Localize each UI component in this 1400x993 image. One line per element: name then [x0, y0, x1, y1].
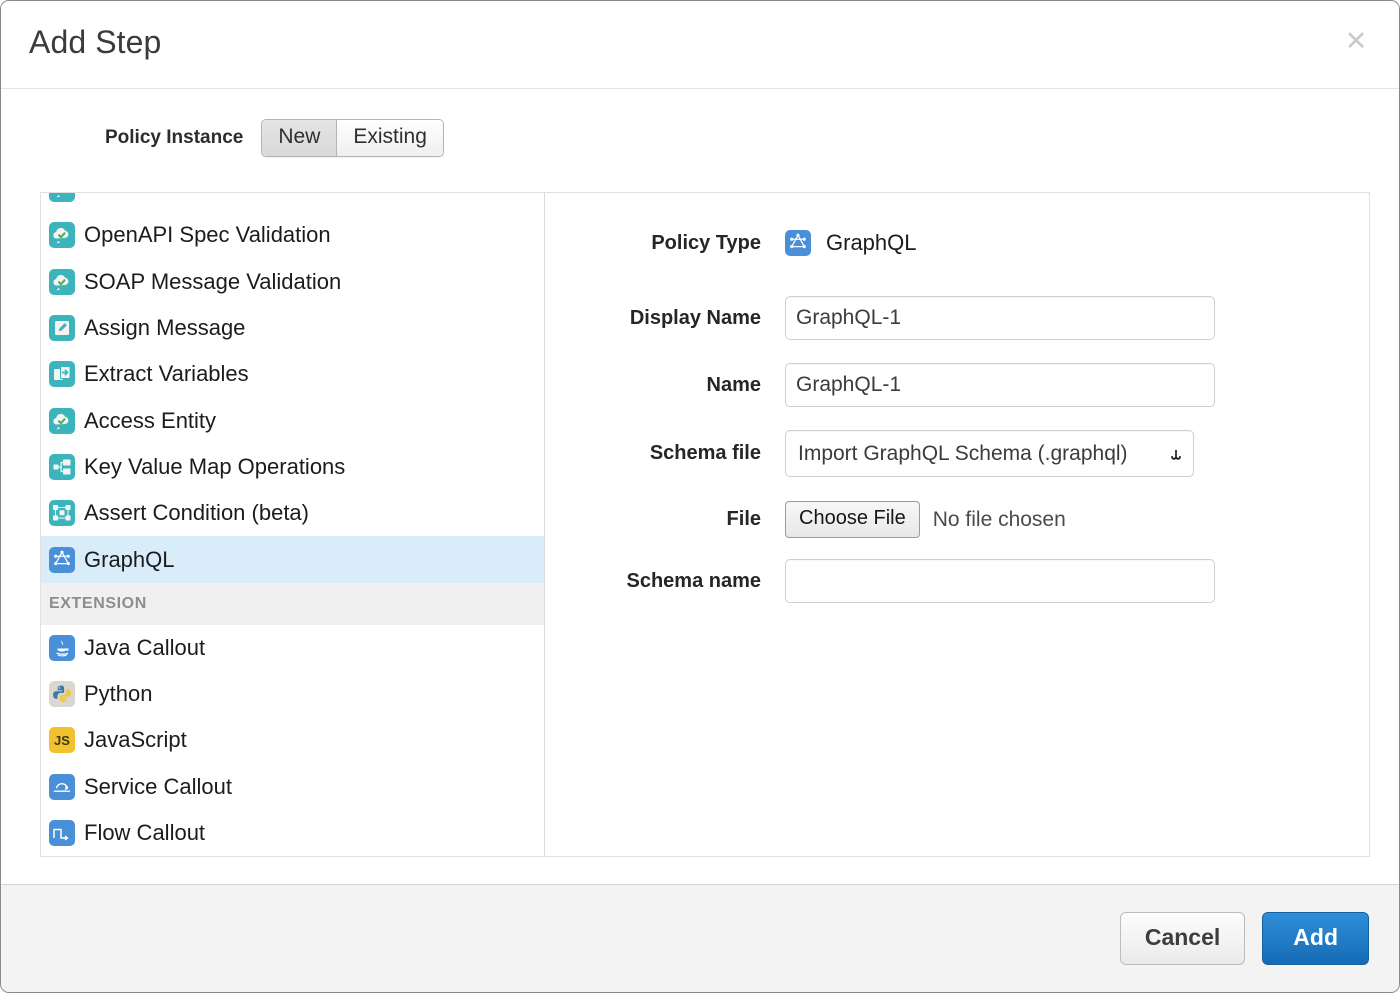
choose-file-button[interactable]: Choose File	[785, 501, 920, 538]
dialog-body: Policy Instance New Existing	[1, 89, 1399, 884]
file-label: File	[545, 508, 785, 531]
display-name-input[interactable]	[785, 296, 1215, 340]
sidebar-item-access-entity[interactable]: Access Entity	[41, 397, 544, 443]
list-group-header-extension: EXTENSION	[41, 583, 544, 625]
list-item-partial[interactable]	[41, 193, 544, 212]
javascript-icon: JS	[49, 727, 75, 753]
sidebar-item-java-callout[interactable]: Java Callout	[41, 625, 544, 671]
file-status-text: No file chosen	[933, 508, 1066, 532]
sidebar-item-assert-condition-beta[interactable]: Assert Condition (beta)	[41, 490, 544, 536]
cloud-check-icon	[49, 193, 75, 202]
form-row-schema-file: Schema file Import GraphQL Schema (.grap…	[545, 430, 1369, 477]
add-step-dialog: Add Step ✕ Policy Instance New Existing	[0, 0, 1400, 993]
sidebar-item-service-callout[interactable]: Service Callout	[41, 764, 544, 810]
policy-type-value: GraphQL	[785, 230, 917, 256]
cancel-button[interactable]: Cancel	[1120, 912, 1245, 965]
graphql-icon	[49, 547, 75, 573]
policy-type-name: GraphQL	[826, 230, 917, 256]
java-icon	[49, 635, 75, 661]
policy-list-panel[interactable]: OpenAPI Spec Validation SOAP Message Val…	[41, 193, 545, 856]
sidebar-item-openapi-spec-validation[interactable]: OpenAPI Spec Validation	[41, 212, 544, 258]
chevron-down-icon: ⥿	[1171, 443, 1181, 464]
dialog-header: Add Step ✕	[1, 1, 1399, 89]
policy-instance-label: Policy Instance	[105, 127, 243, 149]
policy-list-scroll: OpenAPI Spec Validation SOAP Message Val…	[41, 193, 544, 856]
schema-name-input[interactable]	[785, 559, 1215, 603]
policy-type-label: Policy Type	[545, 232, 785, 255]
sidebar-item-key-value-map-operations[interactable]: Key Value Map Operations	[41, 444, 544, 490]
list-item-label: Assert Condition (beta)	[84, 500, 309, 526]
schema-file-label: Schema file	[545, 442, 785, 465]
list-item-label: Java Callout	[84, 635, 205, 661]
sidebar-item-soap-message-validation[interactable]: SOAP Message Validation	[41, 259, 544, 305]
policy-instance-row: Policy Instance New Existing	[1, 119, 444, 157]
toggle-option-existing[interactable]: Existing	[336, 120, 443, 156]
list-item-label: Assign Message	[84, 315, 245, 341]
name-label: Name	[545, 374, 785, 397]
policy-form-panel: Policy Type	[545, 193, 1369, 856]
flow-callout-icon	[49, 820, 75, 846]
form-row-schema-name: Schema name	[545, 559, 1369, 603]
sidebar-item-flow-callout[interactable]: Flow Callout	[41, 810, 544, 856]
list-item-label: Access Entity	[84, 408, 216, 434]
list-item-label: SOAP Message Validation	[84, 269, 341, 295]
cloud-check-icon	[49, 222, 75, 248]
cloud-check-icon	[49, 408, 75, 434]
file-upload-control: Choose File No file chosen	[785, 501, 1066, 538]
assert-nodes-icon	[49, 500, 75, 526]
list-item-label: Key Value Map Operations	[84, 454, 345, 480]
sidebar-item-python[interactable]: Python	[41, 671, 544, 717]
sidebar-item-javascript[interactable]: JS JavaScript	[41, 717, 544, 763]
extract-arrow-icon	[49, 361, 75, 387]
schema-file-selected-value: Import GraphQL Schema (.graphql)	[798, 442, 1128, 466]
name-input[interactable]	[785, 363, 1215, 407]
pencil-square-icon	[49, 315, 75, 341]
list-item-label: Extract Variables	[84, 361, 249, 387]
add-button[interactable]: Add	[1262, 912, 1369, 965]
python-icon	[49, 681, 75, 707]
list-item-label: Flow Callout	[84, 820, 205, 846]
key-value-map-icon	[49, 454, 75, 480]
sidebar-item-graphql[interactable]: GraphQL	[41, 536, 544, 582]
policy-split-panel: OpenAPI Spec Validation SOAP Message Val…	[40, 192, 1370, 857]
sidebar-item-extract-variables[interactable]: Extract Variables	[41, 351, 544, 397]
dialog-footer: Cancel Add	[1, 884, 1399, 992]
service-callout-icon	[49, 774, 75, 800]
toggle-option-new[interactable]: New	[262, 120, 336, 156]
form-row-name: Name	[545, 363, 1369, 407]
list-item-label: Python	[84, 681, 153, 707]
policy-instance-toggle[interactable]: New Existing	[261, 119, 444, 157]
list-item-label: Service Callout	[84, 774, 232, 800]
schema-file-select[interactable]: Import GraphQL Schema (.graphql) ⥿	[785, 430, 1194, 477]
display-name-label: Display Name	[545, 307, 785, 330]
page-title: Add Step	[29, 24, 161, 61]
graphql-icon	[785, 230, 811, 256]
list-item-label: GraphQL	[84, 547, 175, 573]
form-row-display-name: Display Name	[545, 296, 1369, 340]
form-row-policy-type: Policy Type	[545, 230, 1369, 256]
cloud-check-icon	[49, 269, 75, 295]
form-row-file: File Choose File No file chosen	[545, 501, 1369, 538]
sidebar-item-assign-message[interactable]: Assign Message	[41, 305, 544, 351]
schema-name-label: Schema name	[545, 570, 785, 593]
list-item-label: OpenAPI Spec Validation	[84, 222, 331, 248]
list-item-label: JavaScript	[84, 727, 187, 753]
close-icon[interactable]: ✕	[1341, 27, 1371, 57]
